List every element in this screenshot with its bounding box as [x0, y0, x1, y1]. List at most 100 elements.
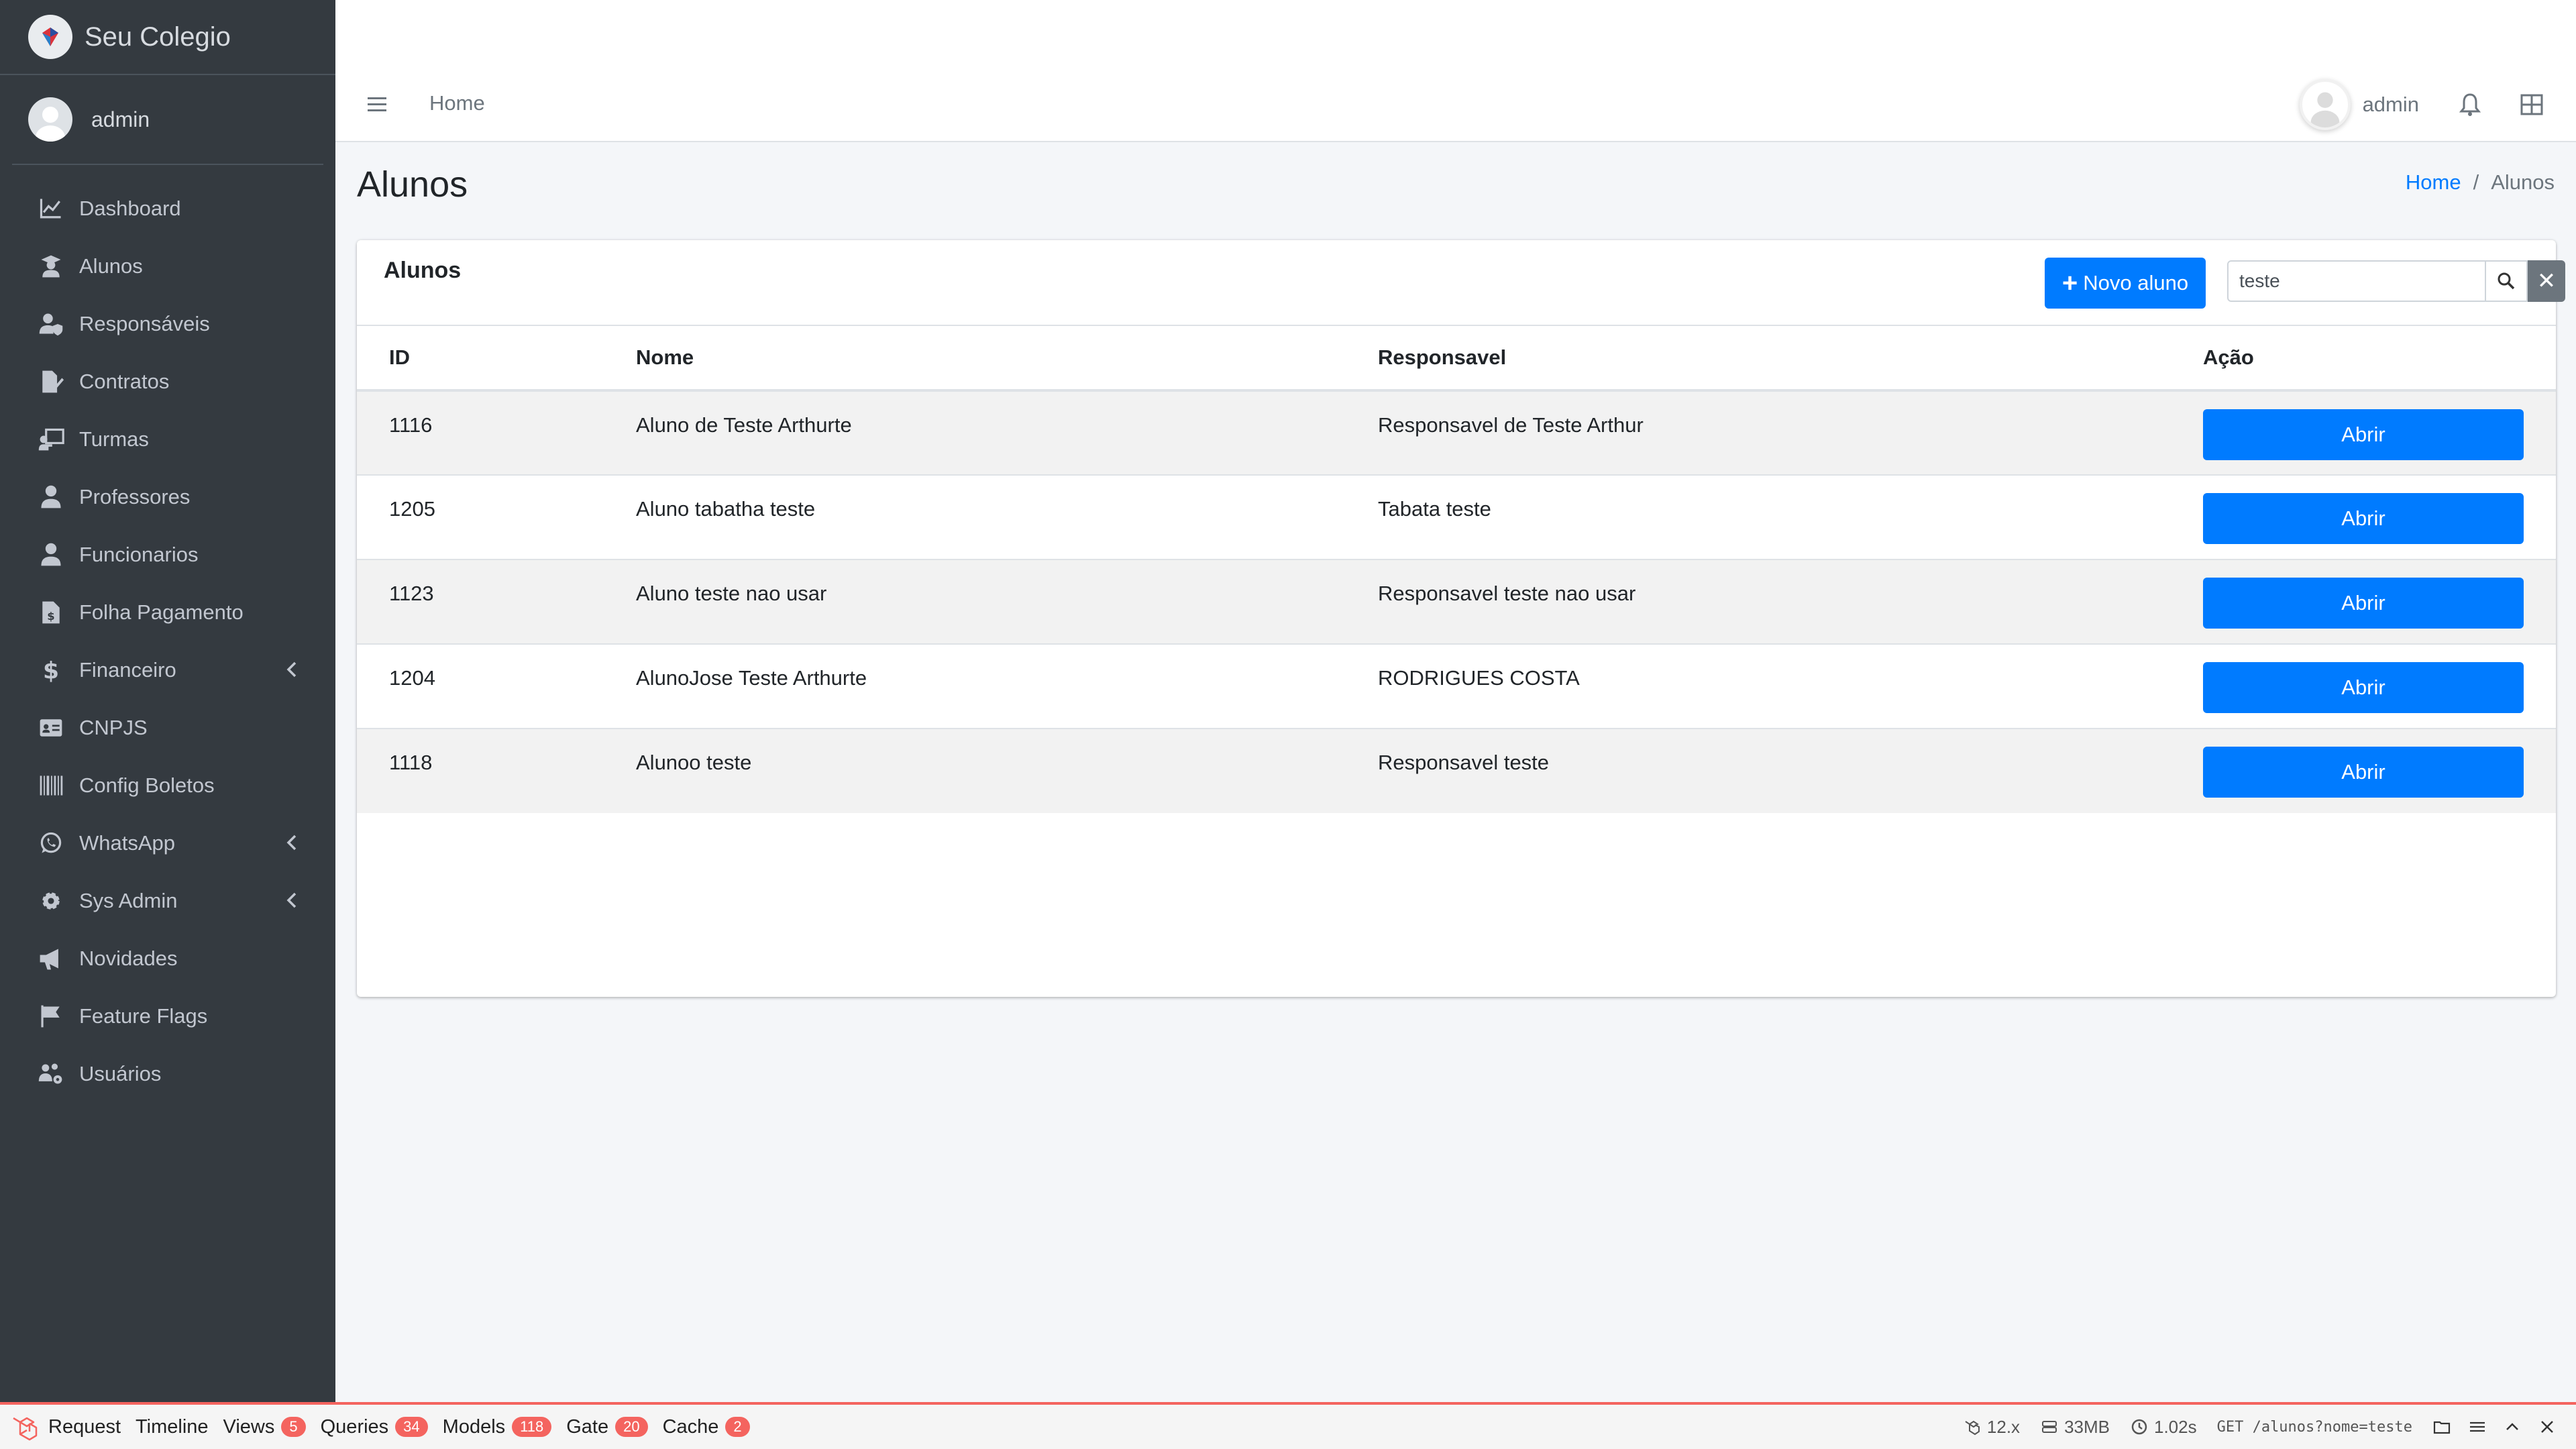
debug-tab-badge: 20 [615, 1417, 648, 1437]
column-header-nome[interactable]: Nome [604, 326, 1346, 392]
sidebar-item-usuarios[interactable]: Usuários [0, 1045, 335, 1103]
page-title: Alunos [357, 164, 468, 205]
open-button[interactable]: Abrir [2203, 578, 2524, 629]
open-button[interactable]: Abrir [2203, 747, 2524, 798]
new-student-button[interactable]: + Novo aluno [2045, 258, 2206, 309]
bullhorn-icon [36, 944, 66, 973]
menu-toggle-icon[interactable] [365, 93, 389, 117]
debug-tab-badge: 5 [281, 1417, 306, 1437]
sidebar-user-panel[interactable]: admin [12, 75, 323, 165]
brand-logo [28, 15, 72, 59]
chevron-up-icon[interactable] [2502, 1417, 2522, 1437]
cell-nome: Aluno de Teste Arthurte [604, 390, 1346, 475]
folder-open-icon[interactable] [2432, 1417, 2453, 1437]
bell-icon[interactable] [2457, 91, 2483, 118]
breadcrumb-current: Alunos [2491, 170, 2555, 194]
laravel-icon [1965, 1420, 1980, 1436]
search-group: ✕ [2227, 260, 2565, 302]
debug-tab-label: Models [442, 1415, 506, 1438]
brand-name: Seu Colegio [85, 21, 231, 52]
grid-icon[interactable] [2518, 91, 2545, 118]
sidebar-item-folha-pagamento[interactable]: $ Folha Pagamento [0, 584, 335, 641]
cell-responsavel: Responsavel teste nao usar [1346, 559, 2171, 644]
search-button[interactable] [2486, 260, 2528, 302]
open-button[interactable]: Abrir [2203, 493, 2524, 544]
search-input[interactable] [2227, 260, 2486, 302]
sidebar-item-label: Financeiro [79, 658, 176, 682]
column-header-id[interactable]: ID [357, 326, 604, 392]
clock-icon [2131, 1419, 2147, 1435]
clear-search-button[interactable]: ✕ [2528, 260, 2565, 302]
sidebar-item-dashboard[interactable]: Dashboard [0, 180, 335, 237]
sidebar-item-responsaveis[interactable]: Responsáveis [0, 295, 335, 353]
cell-id: 1118 [357, 728, 604, 813]
brand-link[interactable]: Seu Colegio [0, 0, 335, 75]
sidebar-item-turmas[interactable]: Turmas [0, 411, 335, 468]
column-header-acao: Ação [2171, 326, 2556, 392]
search-icon [2498, 272, 2515, 290]
sidebar-item-novidades[interactable]: Novidades [0, 930, 335, 987]
sidebar-item-label: Responsáveis [79, 312, 210, 335]
debug-tab-request[interactable]: Request [48, 1416, 121, 1438]
debug-tab-models[interactable]: Models 118 [443, 1416, 552, 1438]
cell-nome: Alunoo teste [604, 728, 1346, 813]
chart-line-icon [36, 194, 66, 223]
laravel-logo-icon[interactable] [9, 1411, 40, 1442]
debug-tab-cache[interactable]: Cache 2 [663, 1416, 750, 1438]
table-row: 1123 Aluno teste nao usar Responsavel test… [357, 559, 2556, 644]
sidebar-item-funcionarios[interactable]: Funcionarios [0, 526, 335, 584]
debug-tab-label: Queries [320, 1415, 389, 1438]
flag-icon [36, 1002, 66, 1031]
topbar-user-menu[interactable]: admin [2299, 79, 2419, 130]
settings-sliders-icon[interactable] [2467, 1417, 2487, 1437]
sidebar-item-cnpjs[interactable]: CNPJS [0, 699, 335, 757]
sidebar-item-alunos[interactable]: Alunos [0, 237, 335, 295]
avatar [2299, 79, 2351, 130]
close-icon[interactable] [2537, 1417, 2557, 1437]
debug-tab-gate[interactable]: Gate 20 [566, 1416, 648, 1438]
sidebar-item-label: Contratos [79, 370, 170, 393]
debug-version: 12.x [1963, 1417, 2020, 1438]
main-content: Home admin Alunos Home / Alunos Alunos + N… [335, 0, 2576, 1402]
user-graduate-icon [36, 252, 66, 281]
card-header: Alunos + Novo aluno ✕ [357, 240, 2565, 326]
sidebar-item-financeiro[interactable]: $ Financeiro [0, 641, 335, 699]
debug-tab-views[interactable]: Views 5 [223, 1416, 306, 1438]
debug-bar-tabs: Request Timeline Views 5 Queries 34 Models 118 G… [48, 1416, 765, 1438]
sidebar-item-label: Sys Admin [79, 889, 178, 912]
breadcrumb-home-link[interactable]: Home [2406, 170, 2461, 194]
debug-tab-queries[interactable]: Queries 34 [321, 1416, 428, 1438]
debug-tab-badge: 118 [512, 1417, 552, 1437]
sidebar-item-sys-admin[interactable]: Sys Admin [0, 872, 335, 930]
sidebar-item-label: Alunos [79, 254, 143, 278]
debug-version-text: 12.x [1986, 1416, 2021, 1437]
debug-memory: 33MB [2040, 1417, 2110, 1438]
close-icon: ✕ [2536, 268, 2557, 294]
debug-memory-text: 33MB [2064, 1416, 2110, 1437]
breadcrumb: Home / Alunos [2406, 170, 2555, 195]
debug-tab-timeline[interactable]: Timeline [136, 1416, 209, 1438]
cell-responsavel: RODRIGUES COSTA [1346, 643, 2171, 729]
sidebar-item-contratos[interactable]: Contratos [0, 353, 335, 411]
debug-duration-text: 1.02s [2153, 1416, 2197, 1437]
open-button[interactable]: Abrir [2203, 662, 2524, 713]
sidebar-item-professores[interactable]: Professores [0, 468, 335, 526]
card-title: Alunos [384, 258, 462, 283]
column-header-responsavel[interactable]: Responsavel [1346, 326, 2171, 392]
sidebar-item-feature-flags[interactable]: Feature Flags [0, 987, 335, 1045]
debug-route[interactable]: GET /alunos?nome=teste [2217, 1419, 2412, 1436]
cell-id: 1123 [357, 559, 604, 644]
students-card: Alunos + Novo aluno ✕ ID Nome Resp [357, 240, 2565, 997]
cell-acao: Abrir [2171, 390, 2556, 475]
cell-responsavel: Tabata teste [1346, 474, 2171, 559]
sidebar-item-label: Feature Flags [79, 1004, 208, 1028]
sidebar-item-config-boletos[interactable]: Config Boletos [0, 757, 335, 814]
debug-tab-badge: 34 [395, 1417, 428, 1437]
students-table: ID Nome Responsavel Ação 1116 Aluno de Te… [357, 326, 2556, 813]
svg-text:$: $ [47, 610, 54, 623]
cell-acao: Abrir [2171, 643, 2556, 729]
debug-duration: 1.02s [2130, 1417, 2197, 1438]
topbar-home-link[interactable]: Home [429, 91, 485, 115]
open-button[interactable]: Abrir [2203, 409, 2524, 460]
sidebar-item-whatsapp[interactable]: WhatsApp [0, 814, 335, 872]
